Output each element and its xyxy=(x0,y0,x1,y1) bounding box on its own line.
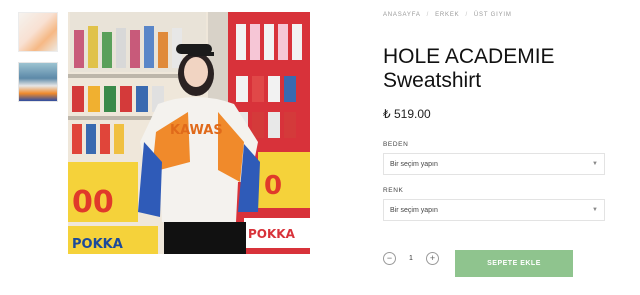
breadcrumb-separator: / xyxy=(465,12,468,18)
breadcrumb: Anasayfa / Erkek / Üst Giyim xyxy=(383,12,605,18)
product-info: Anasayfa / Erkek / Üst Giyim HOLE ACADEM… xyxy=(383,12,605,221)
breadcrumb-separator: / xyxy=(426,12,430,18)
product-title-line2: Sweatshirt xyxy=(383,69,482,92)
thumbnail-image-2[interactable] xyxy=(18,62,58,102)
product-photo: 00 POKKA 0 POKKA KAWAS xyxy=(68,12,310,254)
chevron-down-icon: ▼ xyxy=(592,207,598,213)
quantity-value[interactable]: 1 xyxy=(396,255,426,262)
color-select[interactable]: Bir seçim yapın ▼ xyxy=(383,199,605,221)
quantity-decrease-button[interactable]: − xyxy=(383,252,396,265)
chevron-down-icon: ▼ xyxy=(592,161,598,167)
breadcrumb-category-link[interactable]: Erkek xyxy=(435,12,459,18)
breadcrumb-home-link[interactable]: Anasayfa xyxy=(383,12,421,18)
svg-text:00: 00 xyxy=(72,185,114,220)
thumbnail-image-1[interactable] xyxy=(18,12,58,52)
product-title-line1: HOLE ACADEMIE xyxy=(383,45,555,68)
thumbnail-gallery xyxy=(18,12,58,112)
color-label: RENK xyxy=(383,187,404,194)
main-product-image[interactable]: 00 POKKA 0 POKKA KAWAS xyxy=(68,12,310,254)
product-title: HOLE ACADEMIE Sweatshirt xyxy=(383,45,605,93)
add-to-cart-button[interactable]: SEPETE EKLE xyxy=(455,250,573,277)
quantity-stepper: − 1 + xyxy=(383,252,439,265)
breadcrumb-subcategory-link[interactable]: Üst Giyim xyxy=(474,12,512,18)
size-select-value: Bir seçim yapın xyxy=(390,160,438,168)
product-price: ₺ 519.00 xyxy=(383,107,431,121)
size-select[interactable]: Bir seçim yapın ▼ xyxy=(383,153,605,175)
svg-text:POKKA: POKKA xyxy=(248,227,296,241)
svg-text:POKKA: POKKA xyxy=(72,237,123,252)
svg-text:KAWAS: KAWAS xyxy=(170,123,223,138)
svg-text:0: 0 xyxy=(264,171,282,201)
quantity-increase-button[interactable]: + xyxy=(426,252,439,265)
size-label: BEDEN xyxy=(383,141,409,148)
color-select-value: Bir seçim yapın xyxy=(390,206,438,214)
